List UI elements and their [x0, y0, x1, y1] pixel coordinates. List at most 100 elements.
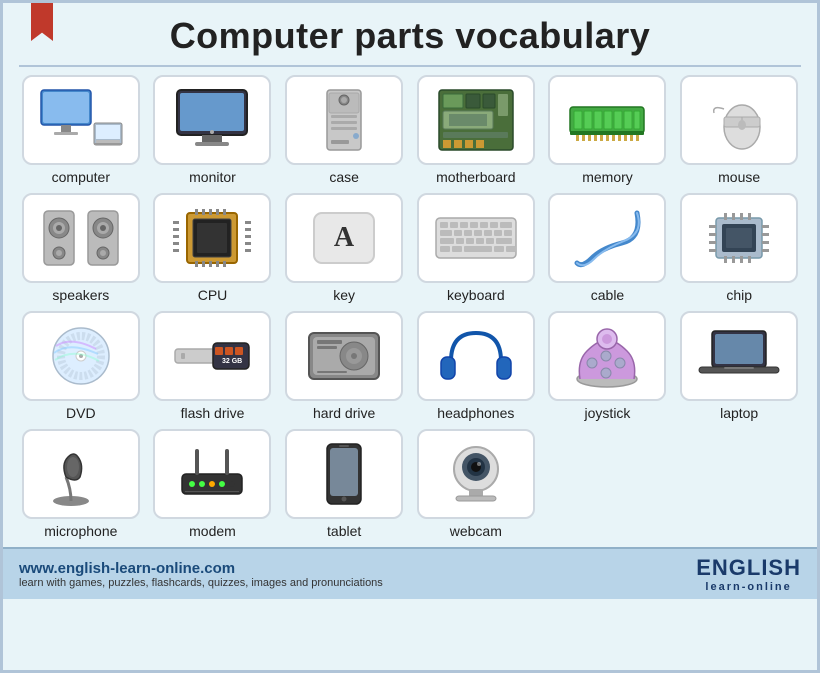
- item-box-memory: [548, 75, 666, 165]
- item-label-chip: chip: [726, 287, 752, 303]
- item-label-motherboard: motherboard: [436, 169, 515, 185]
- item-box-case: [285, 75, 403, 165]
- item-box-speakers: [22, 193, 140, 283]
- item-box-microphone: [22, 429, 140, 519]
- item-label-headphones: headphones: [437, 405, 514, 421]
- motherboard-icon: [431, 85, 521, 155]
- item-box-tablet: [285, 429, 403, 519]
- footer-tagline: learn with games, puzzles, flashcards, q…: [19, 577, 383, 589]
- page-wrapper: Computer parts vocabulary computer: [0, 0, 820, 673]
- item-box-motherboard: [417, 75, 535, 165]
- footer-logo-main: ENGLISH: [696, 555, 801, 581]
- item-label-cable: cable: [591, 287, 624, 303]
- dvd-icon: [36, 321, 126, 391]
- item-chip: chip: [677, 193, 801, 303]
- flash-drive-icon: 32 GB: [167, 321, 257, 391]
- item-joystick: joystick: [546, 311, 670, 421]
- item-box-webcam: [417, 429, 535, 519]
- item-speakers: speakers: [19, 193, 143, 303]
- item-box-monitor: [153, 75, 271, 165]
- chip-icon: [694, 203, 784, 273]
- item-label-tablet: tablet: [327, 523, 361, 539]
- microphone-icon: [36, 439, 126, 509]
- vocabulary-grid: computer monitor: [3, 67, 817, 547]
- item-motherboard: motherboard: [414, 75, 538, 185]
- mouse-icon: [694, 85, 784, 155]
- laptop-icon: [694, 321, 784, 391]
- item-laptop: laptop: [677, 311, 801, 421]
- item-keyboard: keyboard: [414, 193, 538, 303]
- item-dvd: DVD: [19, 311, 143, 421]
- item-label-computer: computer: [52, 169, 110, 185]
- item-label-hard-drive: hard drive: [313, 405, 375, 421]
- item-box-cable: [548, 193, 666, 283]
- item-label-case: case: [329, 169, 359, 185]
- case-icon: [299, 85, 389, 155]
- item-label-cpu: CPU: [198, 287, 228, 303]
- item-label-speakers: speakers: [52, 287, 109, 303]
- item-tablet: tablet: [282, 429, 406, 539]
- item-label-webcam: webcam: [450, 523, 502, 539]
- item-modem: modem: [151, 429, 275, 539]
- item-label-laptop: laptop: [720, 405, 758, 421]
- item-box-modem: [153, 429, 271, 519]
- item-label-keyboard: keyboard: [447, 287, 505, 303]
- item-box-mouse: [680, 75, 798, 165]
- item-box-key: A: [285, 193, 403, 283]
- speakers-icon: [36, 203, 126, 273]
- memory-icon: [562, 85, 652, 155]
- item-box-dvd: [22, 311, 140, 401]
- item-box-headphones: [417, 311, 535, 401]
- item-label-key: key: [333, 287, 355, 303]
- webcam-icon: [431, 439, 521, 509]
- item-key: A key: [282, 193, 406, 303]
- item-label-monitor: monitor: [189, 169, 236, 185]
- cable-icon: [562, 203, 652, 273]
- key-icon: A: [299, 203, 389, 273]
- item-case: case: [282, 75, 406, 185]
- item-microphone: microphone: [19, 429, 143, 539]
- item-headphones: headphones: [414, 311, 538, 421]
- item-box-chip: [680, 193, 798, 283]
- footer-logo-sub: learn-online: [705, 581, 791, 593]
- hard-drive-icon: [299, 321, 389, 391]
- page-title: Computer parts vocabulary: [3, 15, 817, 57]
- item-label-mouse: mouse: [718, 169, 760, 185]
- item-memory: memory: [546, 75, 670, 185]
- header: Computer parts vocabulary: [3, 3, 817, 65]
- item-label-flash-drive: flash drive: [181, 405, 245, 421]
- item-webcam: webcam: [414, 429, 538, 539]
- item-box-cpu: [153, 193, 271, 283]
- item-hard-drive: hard drive: [282, 311, 406, 421]
- svg-text:A: A: [334, 222, 355, 253]
- item-box-keyboard: [417, 193, 535, 283]
- footer-logo: ENGLISH learn-online: [696, 555, 801, 593]
- item-label-modem: modem: [189, 523, 236, 539]
- item-label-memory: memory: [582, 169, 633, 185]
- monitor-icon: [167, 85, 257, 155]
- item-mouse: mouse: [677, 75, 801, 185]
- joystick-icon: [562, 321, 652, 391]
- modem-icon: [167, 439, 257, 509]
- item-box-computer: [22, 75, 140, 165]
- keyboard-icon: [431, 203, 521, 273]
- item-label-joystick: joystick: [585, 405, 631, 421]
- headphones-icon: [431, 321, 521, 391]
- computer-icon: [36, 85, 126, 155]
- footer-left: www.english-learn-online.com learn with …: [19, 560, 383, 589]
- item-label-microphone: microphone: [44, 523, 117, 539]
- item-label-dvd: DVD: [66, 405, 96, 421]
- item-cable: cable: [546, 193, 670, 303]
- cpu-icon: [167, 203, 257, 273]
- item-box-joystick: [548, 311, 666, 401]
- svg-text:32 GB: 32 GB: [222, 358, 242, 365]
- item-box-laptop: [680, 311, 798, 401]
- tablet-icon: [299, 439, 389, 509]
- item-computer: computer: [19, 75, 143, 185]
- item-monitor: monitor: [151, 75, 275, 185]
- footer: www.english-learn-online.com learn with …: [3, 547, 817, 599]
- item-cpu: CPU: [151, 193, 275, 303]
- item-flash-drive: 32 GB flash drive: [151, 311, 275, 421]
- item-box-hard-drive: [285, 311, 403, 401]
- item-box-flash-drive: 32 GB: [153, 311, 271, 401]
